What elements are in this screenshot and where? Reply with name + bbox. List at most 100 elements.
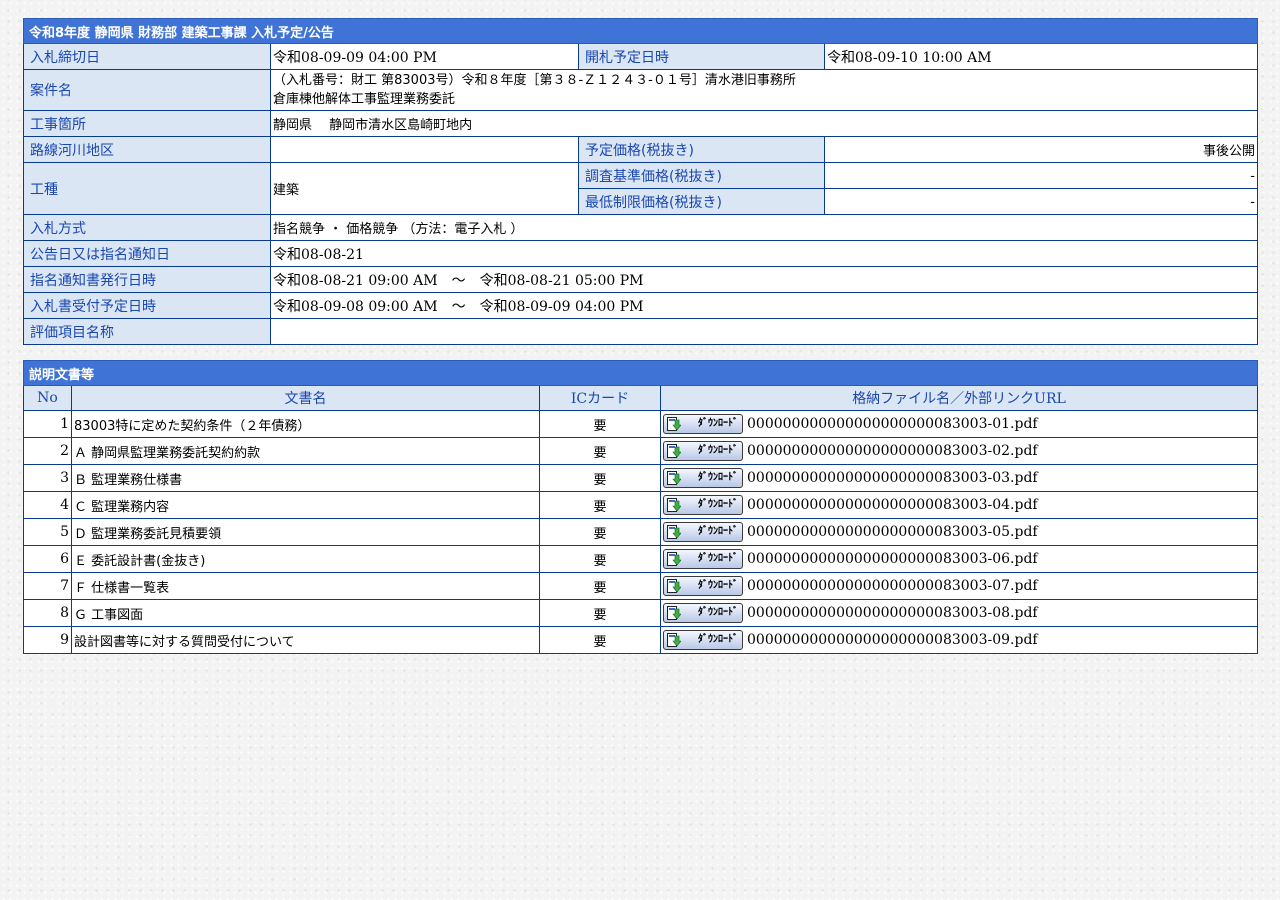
doc-file-name: 000000000000000000000083003-09.pdf [747,632,1038,648]
doc-no: 9 [23,626,72,654]
doc-ic-card: 要 [539,410,661,438]
download-arrow-icon [667,552,681,566]
receipt-datetime-label: 入札書受付予定日時 [23,292,271,319]
min-price-value: - [823,188,1259,215]
download-arrow-icon [667,444,681,458]
table-row: 3Ｂ 監理業務仕様書要 ﾀﾞｳﾝﾛｰﾄﾞ 000000000000000000000… [23,464,1259,492]
doc-file-cell: ﾀﾞｳﾝﾛｰﾄﾞ 000000000000000000000083003-05.p… [659,518,1259,546]
doc-no: 4 [23,491,72,519]
download-button-label: ﾀﾞｳﾝﾛｰﾄﾞ [698,472,738,483]
doc-name: Ｅ 委託設計書(金抜き) [71,545,540,573]
doc-name: Ｄ 監理業務委託見積要領 [71,518,540,546]
download-button-label: ﾀﾞｳﾝﾛｰﾄﾞ [698,580,738,591]
column-header-ic-card: ICカード [539,385,661,411]
download-button-label: ﾀﾞｳﾝﾛｰﾄﾞ [698,445,738,456]
doc-file-name: 000000000000000000000083003-05.pdf [747,524,1038,540]
doc-ic-card: 要 [539,626,661,654]
doc-file-name: 000000000000000000000083003-03.pdf [747,470,1038,486]
table-row: 9 設計図書等に対する質問受付について要 ﾀﾞｳﾝﾛｰﾄﾞ 0000000000000… [23,626,1259,654]
doc-no: 3 [23,464,72,492]
download-button[interactable]: ﾀﾞｳﾝﾛｰﾄﾞ [663,549,743,569]
table-row: 7Ｆ 仕様書一覧表要 ﾀﾞｳﾝﾛｰﾄﾞ 0000000000000000000000… [23,572,1259,600]
doc-name: Ｂ 監理業務仕様書 [71,464,540,492]
deadline-value: 令和08-09-09 04:00 PM [270,43,579,70]
download-arrow-icon [667,498,681,512]
page-title: 令和8年度 静岡県 財務部 建築工事課 入札予定/公告 [22,18,1259,44]
documents-table: 説明文書等 No 文書名 ICカード 格納ファイル名／外部リンクURL 1 830… [22,360,1259,654]
download-button[interactable]: ﾀﾞｳﾝﾛｰﾄﾞ [663,441,743,461]
deadline-label: 入札締切日 [23,43,271,70]
download-button[interactable]: ﾀﾞｳﾝﾛｰﾄﾞ [663,495,743,515]
min-price-label: 最低制限価格(税抜き) [578,188,825,215]
download-arrow-icon [667,471,681,485]
planned-price-label: 予定価格(税抜き) [578,136,825,163]
download-button[interactable]: ﾀﾞｳﾝﾛｰﾄﾞ [663,576,743,596]
table-row: 6Ｅ 委託設計書(金抜き) 要 ﾀﾞｳﾝﾛｰﾄﾞ 000000000000000000… [23,545,1259,573]
table-row: 8Ｇ 工事図面要 ﾀﾞｳﾝﾛｰﾄﾞ 000000000000000000000083… [23,599,1259,627]
work-type-label: 工種 [23,162,271,215]
bid-method-value: 指名競争 ・ 価格競争 （方法：電子入札 ） [269,214,1259,241]
project-name-line1: （入札番号：財工 第83003号）令和８年度［第３８-Ｚ１２４３-０１号］清水港… [273,73,796,88]
table-row: 2Ａ 静岡県監理業務委託契約約款要 ﾀﾞｳﾝﾛｰﾄﾞ 000000000000000… [23,437,1259,465]
notice-date-value: 令和08-08-21 [269,240,1259,267]
doc-ic-card: 要 [539,599,661,627]
evaluation-item-label: 評価項目名称 [23,318,271,345]
doc-no: 5 [23,518,72,546]
doc-file-cell: ﾀﾞｳﾝﾛｰﾄﾞ 000000000000000000000083003-02.p… [659,437,1259,465]
download-button-label: ﾀﾞｳﾝﾛｰﾄﾞ [698,499,738,510]
download-arrow-icon [667,525,681,539]
opening-label: 開札予定日時 [578,43,825,70]
download-button[interactable]: ﾀﾞｳﾝﾛｰﾄﾞ [663,522,743,542]
doc-no: 6 [23,545,72,573]
issue-datetime-value: 令和08-08-21 09:00 AM ～ 令和08-08-21 05:00 P… [269,266,1259,293]
doc-name: Ａ 静岡県監理業務委託契約約款 [71,437,540,465]
doc-file-name: 000000000000000000000083003-04.pdf [747,497,1038,513]
doc-file-name: 000000000000000000000083003-02.pdf [747,443,1038,459]
work-type-value: 建築 [270,162,579,215]
bid-info-table: 令和8年度 静岡県 財務部 建築工事課 入札予定/公告 入札締切日 令和08-0… [22,18,1259,345]
receipt-datetime-value: 令和08-09-08 09:00 AM ～ 令和08-09-09 04:00 P… [269,292,1259,319]
doc-name: 83003特に定めた契約条件（２年債務） [71,410,540,438]
doc-ic-card: 要 [539,437,661,465]
download-button-label: ﾀﾞｳﾝﾛｰﾄﾞ [698,634,738,645]
doc-ic-card: 要 [539,545,661,573]
doc-ic-card: 要 [539,518,661,546]
bid-info-section: 令和8年度 静岡県 財務部 建築工事課 入札予定/公告 入札締切日 令和08-0… [22,18,1259,345]
download-button-label: ﾀﾞｳﾝﾛｰﾄﾞ [698,418,738,429]
table-row: 4Ｃ 監理業務内容要 ﾀﾞｳﾝﾛｰﾄﾞ 0000000000000000000000… [23,491,1259,519]
evaluation-item-value [269,318,1259,345]
doc-file-cell: ﾀﾞｳﾝﾛｰﾄﾞ 000000000000000000000083003-07.p… [659,572,1259,600]
download-button[interactable]: ﾀﾞｳﾝﾛｰﾄﾞ [663,468,743,488]
doc-no: 2 [23,437,72,465]
doc-file-cell: ﾀﾞｳﾝﾛｰﾄﾞ 000000000000000000000083003-04.p… [659,491,1259,519]
doc-name: Ｆ 仕様書一覧表 [71,572,540,600]
doc-ic-card: 要 [539,464,661,492]
route-value [270,136,579,163]
doc-no: 1 [23,410,72,438]
download-arrow-icon [667,417,681,431]
download-arrow-icon [667,579,681,593]
bid-method-label: 入札方式 [23,214,271,241]
issue-datetime-label: 指名通知書発行日時 [23,266,271,293]
doc-file-name: 000000000000000000000083003-07.pdf [747,578,1038,594]
notice-date-label: 公告日又は指名通知日 [23,240,271,267]
download-button[interactable]: ﾀﾞｳﾝﾛｰﾄﾞ [663,414,743,434]
project-name-line2: 倉庫棟他解体工事監理業務委託 [273,92,456,107]
doc-no: 7 [23,572,72,600]
column-header-no: No [23,385,72,411]
download-button[interactable]: ﾀﾞｳﾝﾛｰﾄﾞ [663,603,743,623]
documents-rows: 1 83003特に定めた契約条件（２年債務）要ﾀﾞｳﾝﾛｰﾄﾞ 0000000000… [23,410,1259,654]
table-row: 5Ｄ 監理業務委託見積要領要 ﾀﾞｳﾝﾛｰﾄﾞ 000000000000000000… [23,518,1259,546]
download-button-label: ﾀﾞｳﾝﾛｰﾄﾞ [698,607,738,618]
download-arrow-icon [667,606,681,620]
doc-no: 8 [23,599,72,627]
documents-section: 説明文書等 No 文書名 ICカード 格納ファイル名／外部リンクURL 1 830… [22,360,1259,654]
download-button-label: ﾀﾞｳﾝﾛｰﾄﾞ [698,553,738,564]
download-button[interactable]: ﾀﾞｳﾝﾛｰﾄﾞ [663,630,743,650]
column-header-doc-name: 文書名 [71,385,540,411]
doc-file-cell: ﾀﾞｳﾝﾛｰﾄﾞ 000000000000000000000083003-01.p… [659,410,1259,438]
doc-ic-card: 要 [539,491,661,519]
table-row: 1 83003特に定めた契約条件（２年債務）要 ﾀﾞｳﾝﾛｰﾄﾞ 0000000000… [23,410,1259,438]
project-name-value: （入札番号：財工 第83003号）令和８年度［第３８-Ｚ１２４３-０１号］清水港… [269,69,1259,111]
doc-file-name: 000000000000000000000083003-01.pdf [747,416,1038,432]
